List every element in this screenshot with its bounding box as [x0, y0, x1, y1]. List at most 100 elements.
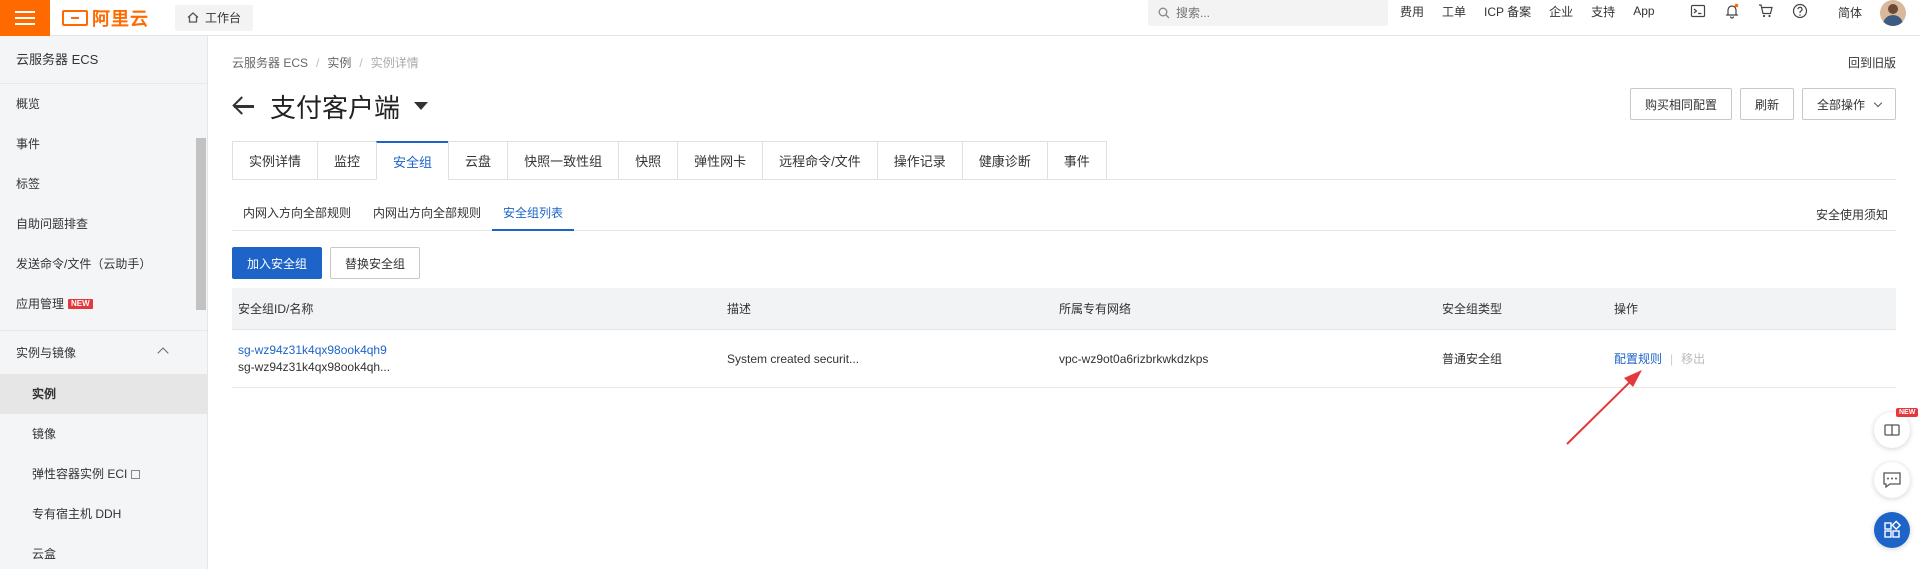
hamburger-menu-button[interactable]	[0, 0, 50, 36]
security-subtabs: 内网入方向全部规则 内网出方向全部规则 安全组列表	[232, 194, 575, 231]
sidebar-item-label: 弹性容器实例 ECI	[32, 467, 128, 481]
sidebar-scroll-thumb[interactable]	[196, 138, 206, 310]
apps-grid-icon	[1884, 520, 1902, 538]
hamburger-icon	[15, 10, 35, 25]
top-link-support[interactable]: 支持	[1591, 3, 1615, 20]
cart-icon[interactable]	[1758, 3, 1774, 19]
cell-id-name: sg-wz94z31k4qx98ook4qh9 sg-wz94z31k4qx98…	[232, 343, 721, 374]
breadcrumb-ecs[interactable]: 云服务器 ECS	[232, 56, 308, 70]
security-group-name: sg-wz94z31k4qx98ook4qh...	[238, 360, 391, 374]
tab-eni[interactable]: 弹性网卡	[677, 141, 763, 180]
float-new-badge: NEW	[1896, 408, 1919, 417]
breadcrumb-separator: /	[359, 56, 363, 70]
logo-text: 阿里云	[92, 8, 149, 29]
language-switch[interactable]: 简体	[1838, 4, 1862, 21]
search-input[interactable]	[1176, 6, 1366, 20]
sidebar-group-instances-images[interactable]: 实例与镜像	[0, 330, 207, 374]
sidebar-item-overview[interactable]: 概览	[0, 84, 207, 124]
top-links: 费用 工单 ICP 备案 企业 支持 App	[1400, 0, 1673, 22]
main-content: 云服务器 ECS / 实例 / 实例详情 回到旧版 支付客户端 购买相同配置 刷新 全部…	[208, 36, 1920, 569]
global-search[interactable]	[1148, 0, 1388, 26]
sidebar-item-label: 应用管理	[16, 297, 65, 311]
action-buttons: 加入安全组 替换安全组	[232, 247, 428, 279]
top-link-ticket[interactable]: 工单	[1442, 3, 1466, 20]
security-notice-link[interactable]: 安全使用须知	[1816, 206, 1888, 223]
configure-rules-link[interactable]: 配置规则	[1614, 352, 1662, 366]
float-guide-button[interactable]	[1874, 412, 1910, 448]
sidebar-item-ddh[interactable]: 专有宿主机 DDH	[0, 494, 207, 534]
sidebar: 云服务器 ECS 概览 事件 标签 自助问题排查 发送命令/文件（云助手） 应用…	[0, 36, 208, 569]
sidebar-item-instances[interactable]: 实例	[0, 374, 207, 414]
terminal-icon[interactable]	[1690, 3, 1706, 19]
user-avatar[interactable]	[1880, 0, 1906, 26]
sidebar-item-label: 事件	[16, 137, 41, 151]
caret-down-icon[interactable]	[414, 102, 429, 110]
aliyun-logo[interactable]: 阿里云	[62, 0, 149, 36]
sidebar-item-events[interactable]: 事件	[0, 124, 207, 164]
sidebar-item-app-management[interactable]: 应用管理 NEW	[0, 284, 207, 324]
bell-icon[interactable]	[1724, 3, 1740, 19]
sidebar-item-label: 镜像	[32, 427, 57, 441]
header-buttons: 购买相同配置 刷新 全部操作	[1622, 88, 1896, 120]
add-security-group-button[interactable]: 加入安全组	[232, 247, 323, 279]
sidebar-item-label: 实例	[32, 387, 57, 401]
all-operations-label: 全部操作	[1816, 97, 1865, 112]
replace-security-group-button[interactable]: 替换安全组	[330, 247, 421, 279]
tab-monitoring[interactable]: 监控	[317, 141, 377, 180]
tab-health-diagnosis[interactable]: 健康诊断	[961, 141, 1047, 180]
sidebar-item-label: 自助问题排查	[16, 217, 89, 231]
subtab-outbound-rules[interactable]: 内网出方向全部规则	[362, 194, 492, 230]
home-icon	[187, 12, 199, 23]
sidebar-group-label: 实例与镜像	[16, 346, 77, 360]
sidebar-item-label: 概览	[16, 97, 41, 111]
sidebar-scrollbar[interactable]	[194, 92, 206, 569]
column-header-vpc: 所属专有网络	[1059, 302, 1132, 316]
back-to-old-version-link[interactable]: 回到旧版	[1848, 54, 1896, 71]
cell-vpc: vpc-wz9ot0a6rizbrkwkdzkps	[1059, 351, 1209, 366]
float-apps-button[interactable]	[1874, 512, 1910, 548]
tab-events[interactable]: 事件	[1046, 141, 1107, 180]
workbench-button[interactable]: 工作台	[175, 4, 254, 31]
sidebar-item-eci[interactable]: 弹性容器实例 ECI	[0, 454, 207, 494]
breadcrumb-current: 实例详情	[370, 56, 419, 70]
subtab-security-group-list[interactable]: 安全组列表	[492, 194, 575, 231]
breadcrumb: 云服务器 ECS / 实例 / 实例详情	[232, 54, 419, 71]
sidebar-item-cloud-assistant[interactable]: 发送命令/文件（云助手）	[0, 244, 207, 284]
buy-same-config-button[interactable]: 购买相同配置	[1629, 88, 1732, 120]
tab-snapshot-consistency-groups[interactable]: 快照一致性组	[507, 141, 619, 180]
sidebar-item-tags[interactable]: 标签	[0, 164, 207, 204]
tab-remote-commands[interactable]: 远程命令/文件	[762, 141, 877, 180]
float-feedback-button[interactable]	[1874, 462, 1910, 498]
help-icon[interactable]	[1792, 3, 1808, 19]
tab-operation-logs[interactable]: 操作记录	[876, 141, 962, 180]
column-header-actions: 操作	[1614, 302, 1639, 316]
chevron-up-icon	[157, 347, 169, 359]
sidebar-title: 云服务器 ECS	[0, 36, 207, 84]
refresh-button[interactable]: 刷新	[1739, 88, 1794, 120]
tab-disks[interactable]: 云盘	[448, 141, 508, 180]
top-link-app[interactable]: App	[1633, 4, 1654, 18]
subtab-inbound-rules[interactable]: 内网入方向全部规则	[232, 194, 362, 230]
tab-snapshots[interactable]: 快照	[618, 141, 678, 180]
cell-description: System created securit...	[727, 351, 860, 366]
top-link-enterprise[interactable]: 企业	[1549, 3, 1573, 20]
top-icons	[1690, 0, 1826, 22]
cell-actions: 配置规则 | 移出	[1608, 350, 1896, 367]
back-arrow-icon[interactable]	[232, 95, 254, 117]
top-link-icp[interactable]: ICP 备案	[1484, 3, 1531, 20]
sidebar-item-cloud-box[interactable]: 云盒	[0, 534, 207, 569]
tab-instance-details[interactable]: 实例详情	[232, 141, 318, 180]
sidebar-item-label: 标签	[16, 177, 41, 191]
security-group-id-link[interactable]: sg-wz94z31k4qx98ook4qh9	[238, 343, 721, 357]
remove-link[interactable]: 移出	[1681, 352, 1705, 366]
security-group-table: 安全组ID/名称 描述 所属专有网络 安全组类型 操作 sg-wz94z31k4…	[232, 288, 1896, 388]
column-header-id-name: 安全组ID/名称	[238, 302, 314, 316]
page-title-row: 支付客户端	[232, 86, 429, 126]
sidebar-item-images[interactable]: 镜像	[0, 414, 207, 454]
top-link-billing[interactable]: 费用	[1400, 3, 1424, 20]
breadcrumb-instances[interactable]: 实例	[327, 56, 351, 70]
all-operations-button[interactable]: 全部操作	[1801, 88, 1896, 120]
tab-security-groups[interactable]: 安全组	[376, 141, 449, 180]
sidebar-item-label: 专有宿主机 DDH	[32, 507, 122, 521]
sidebar-item-self-diagnosis[interactable]: 自助问题排查	[0, 204, 207, 244]
